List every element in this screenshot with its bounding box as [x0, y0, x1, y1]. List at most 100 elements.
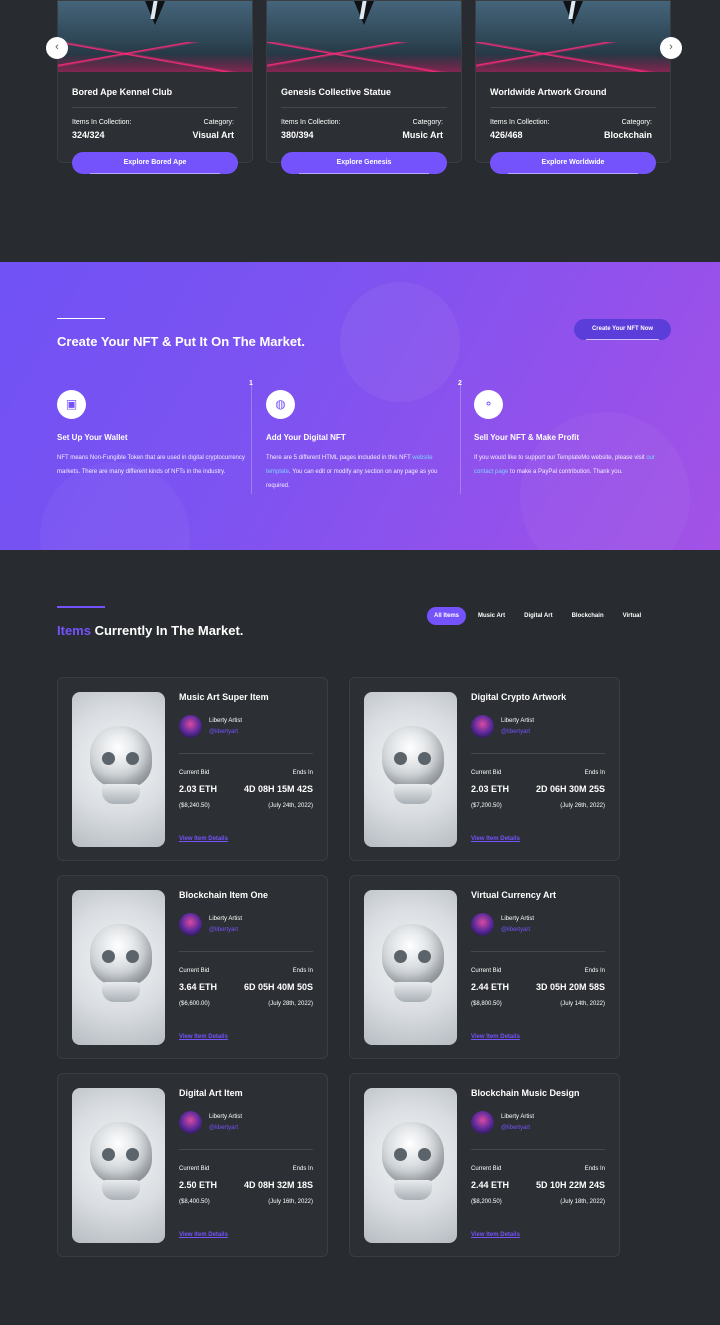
end-date: (July 16th, 2022) [268, 1199, 313, 1205]
collection-card: Worldwide Artwork Ground Items In Collec… [475, 0, 671, 174]
end-date: (July 14th, 2022) [560, 1001, 605, 1007]
current-bid-label: Current Bid [471, 770, 502, 776]
bid-usd-value: ($8,240.50) [179, 803, 210, 809]
divider [179, 753, 313, 754]
item-title: Virtual Currency Art [471, 890, 557, 900]
step-number: 2 [458, 380, 462, 387]
item-title: Digital Crypto Artwork [471, 692, 567, 702]
filter-virtual[interactable]: Virtual [616, 607, 649, 625]
collection-name: Genesis Collective Statue [281, 87, 392, 97]
ends-in-value: 4D 08H 32M 18S [243, 1180, 313, 1190]
items-count: 426/468 [490, 130, 523, 140]
bid-usd-value: ($8,800.50) [471, 1001, 502, 1007]
view-item-details-link[interactable]: View Item Details [179, 1232, 228, 1238]
step-number: 1 [249, 380, 253, 387]
category-value: Visual Art [192, 130, 234, 140]
explore-worldwide-button[interactable]: Explore Worldwide [490, 152, 656, 174]
market-item-card: Blockchain Music Design Liberty Artist @… [349, 1073, 620, 1257]
title-underline [57, 606, 105, 608]
ends-in-label: Ends In [292, 1166, 313, 1172]
filter-blockchain[interactable]: Blockchain [565, 607, 611, 625]
market-item-card: Blockchain Item One Liberty Artist @libe… [57, 875, 328, 1059]
ends-in-value: 2D 06H 30M 25S [535, 784, 605, 794]
collection-image [476, 1, 670, 72]
view-item-details-link[interactable]: View Item Details [471, 1034, 520, 1040]
collection-image [58, 1, 252, 72]
collection-image [267, 1, 461, 72]
current-bid-label: Current Bid [179, 968, 210, 974]
current-bid-value: 2.50 ETH [179, 1180, 218, 1190]
step-text: There are 5 different HTML pages include… [266, 455, 438, 489]
avatar [471, 715, 494, 738]
step-title: Sell Your NFT & Make Profit [474, 433, 580, 442]
artist-handle[interactable]: @libertyart [209, 729, 238, 735]
category-value: Blockchain [603, 130, 652, 140]
avatar [179, 913, 202, 936]
carousel-next-button[interactable]: › [660, 37, 682, 59]
market-title: Items Currently In The Market. [57, 623, 244, 638]
artist-handle[interactable]: @libertyart [501, 927, 530, 933]
ends-in-value: 3D 05H 20M 58S [535, 982, 605, 992]
globe-icon: ◍ [266, 390, 295, 419]
collections-section: Bored Ape Kennel Club Items In Collectio… [0, 0, 720, 262]
current-bid-label: Current Bid [179, 1166, 210, 1172]
artist-handle[interactable]: @libertyart [501, 729, 530, 735]
bid-usd-value: ($6,600.00) [179, 1001, 210, 1007]
explore-genesis-button[interactable]: Explore Genesis [281, 152, 447, 174]
bid-usd-value: ($7,200.50) [471, 803, 502, 809]
category-label: Category: [412, 119, 443, 126]
artist-handle[interactable]: @libertyart [501, 1125, 530, 1131]
explore-bored-ape-button[interactable]: Explore Bored Ape [72, 152, 238, 174]
collection-name: Worldwide Artwork Ground [490, 87, 607, 97]
current-bid-value: 2.44 ETH [471, 982, 510, 992]
view-item-details-link[interactable]: View Item Details [179, 836, 228, 842]
view-item-details-link[interactable]: View Item Details [179, 1034, 228, 1040]
filter-digital-art[interactable]: Digital Art [517, 607, 559, 625]
items-count: 380/394 [281, 130, 314, 140]
item-image [72, 692, 165, 847]
avatar [179, 1111, 202, 1134]
divider [471, 753, 605, 754]
ends-in-value: 5D 10H 22M 24S [535, 1180, 605, 1190]
collection-card: Genesis Collective Statue Items In Colle… [266, 0, 462, 174]
create-nft-button[interactable]: Create Your NFT Now [574, 319, 671, 340]
filter-bar: All Items Music Art Digital Art Blockcha… [427, 607, 653, 625]
step-text: If you would like to support our Templat… [474, 455, 655, 475]
avatar [471, 913, 494, 936]
artist-name: Liberty Artist [209, 718, 243, 724]
items-count: 324/324 [72, 130, 105, 140]
item-image [72, 1088, 165, 1243]
avatar [179, 715, 202, 738]
coins-icon: ⚬ [474, 390, 503, 419]
artist-handle[interactable]: @libertyart [209, 927, 238, 933]
create-nft-banner: Create Your NFT & Put It On The Market. … [0, 262, 720, 550]
artist-handle[interactable]: @libertyart [209, 1125, 238, 1131]
step-title: Add Your Digital NFT [266, 433, 346, 442]
carousel-prev-button[interactable]: ‹ [46, 37, 68, 59]
divider [471, 1149, 605, 1150]
current-bid-label: Current Bid [179, 770, 210, 776]
step-title: Set Up Your Wallet [57, 433, 128, 442]
artist-name: Liberty Artist [209, 916, 243, 922]
wallet-icon: ▣ [57, 390, 86, 419]
item-title: Music Art Super Item [179, 692, 269, 702]
divider [251, 382, 252, 494]
filter-music-art[interactable]: Music Art [471, 607, 512, 625]
ends-in-label: Ends In [292, 770, 313, 776]
view-item-details-link[interactable]: View Item Details [471, 836, 520, 842]
view-item-details-link[interactable]: View Item Details [471, 1232, 520, 1238]
divider [460, 382, 461, 494]
ends-in-value: 6D 05H 40M 50S [243, 982, 313, 992]
current-bid-value: 2.44 ETH [471, 1180, 510, 1190]
end-date: (July 18th, 2022) [560, 1199, 605, 1205]
artist-name: Liberty Artist [209, 1114, 243, 1120]
current-bid-label: Current Bid [471, 968, 502, 974]
current-bid-value: 2.03 ETH [179, 784, 218, 794]
filter-all-items[interactable]: All Items [427, 607, 467, 625]
artist-name: Liberty Artist [501, 916, 535, 922]
banner-title: Create Your NFT & Put It On The Market. [57, 334, 305, 349]
ends-in-label: Ends In [584, 968, 605, 974]
item-image [364, 890, 457, 1045]
current-bid-value: 3.64 ETH [179, 982, 218, 992]
divider [179, 951, 313, 952]
